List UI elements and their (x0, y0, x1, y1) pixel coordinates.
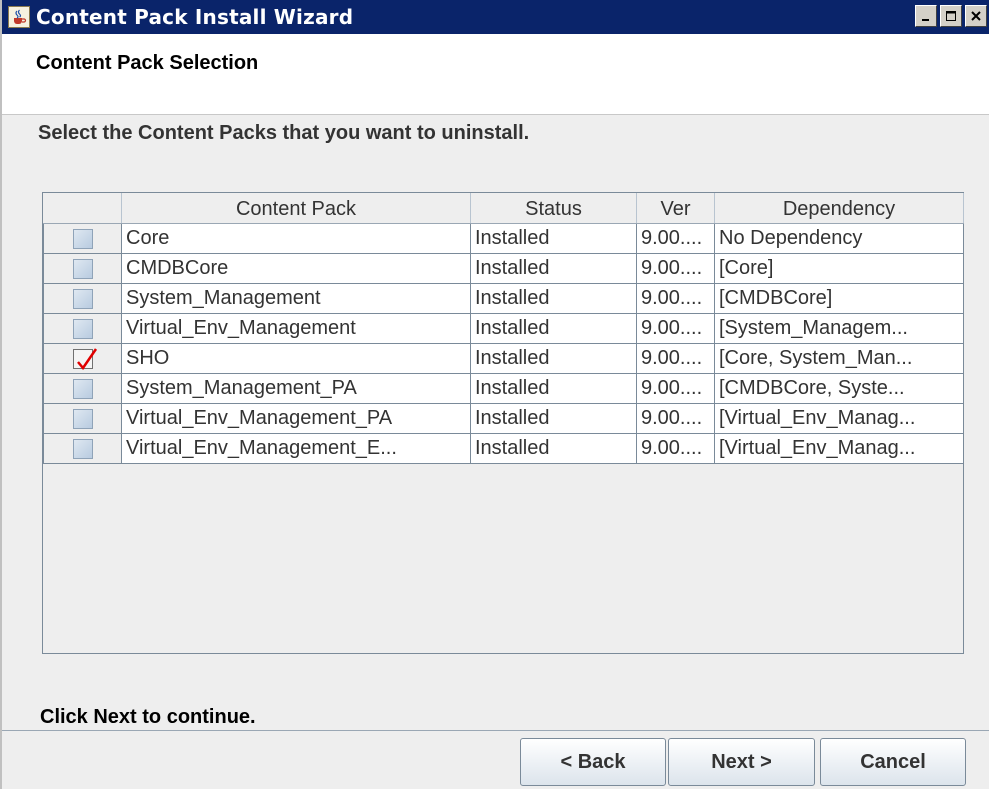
cancel-button[interactable]: Cancel (820, 738, 966, 786)
title-bar[interactable]: Content Pack Install Wizard (2, 0, 989, 34)
checkbox-unchecked[interactable] (72, 258, 93, 279)
cell-ver: 9.00.... (636, 403, 715, 434)
table-row[interactable]: Virtual_Env_Management_E... Installed 9.00… (43, 433, 964, 464)
column-header-dependency[interactable]: Dependency (714, 193, 964, 224)
table-row[interactable]: Virtual_Env_Management Installed 9.00....[… (43, 313, 964, 344)
table-row[interactable]: System_Management Installed 9.00.... [CMDBC… (43, 283, 964, 314)
back-button[interactable]: < Back (520, 738, 666, 786)
cell-status: Installed (470, 403, 637, 434)
cell-content-pack: Virtual_Env_Management_E... (121, 433, 471, 464)
cell-status: Installed (470, 253, 637, 284)
checkbox-unchecked[interactable] (72, 318, 93, 339)
row-checkbox-cell[interactable] (43, 283, 122, 314)
row-checkbox-cell[interactable] (43, 403, 122, 434)
cell-ver: 9.00.... (636, 253, 715, 284)
cell-dependency: [CMDBCore] (714, 283, 964, 314)
cell-dependency: [System_Managem... (714, 313, 964, 344)
cell-content-pack: Virtual_Env_Management_PA (121, 403, 471, 434)
checkbox-unchecked[interactable] (72, 438, 93, 459)
cell-status: Installed (470, 433, 637, 464)
cell-dependency: [CMDBCore, Syste... (714, 373, 964, 404)
checkmark-icon (76, 348, 97, 370)
column-header-content-pack[interactable]: Content Pack (121, 193, 471, 224)
cell-dependency: [Virtual_Env_Manag... (714, 403, 964, 434)
cell-ver: 9.00.... (636, 313, 715, 344)
row-checkbox-cell[interactable] (43, 253, 122, 284)
close-icon[interactable] (965, 5, 987, 27)
checkbox-unchecked[interactable] (72, 288, 93, 309)
cell-dependency: [Virtual_Env_Manag... (714, 433, 964, 464)
cell-status: Installed (470, 283, 637, 314)
cell-content-pack: Virtual_Env_Management (121, 313, 471, 344)
footer-divider (2, 730, 989, 731)
table-header-row: Content Pack Status Ver Dependency (43, 193, 964, 224)
table-row[interactable]: Virtual_Env_Management_PA Installed 9.00..… (43, 403, 964, 434)
cell-ver: 9.00.... (636, 223, 715, 254)
checkbox-unchecked[interactable] (72, 228, 93, 249)
cell-dependency: No Dependency (714, 223, 964, 254)
cell-dependency: [Core, System_Man... (714, 343, 964, 374)
column-header-ver[interactable]: Ver (636, 193, 715, 224)
cell-content-pack: System_Management (121, 283, 471, 314)
instruction-text: Select the Content Packs that you want t… (38, 122, 530, 144)
cell-status: Installed (470, 313, 637, 344)
wizard-window: Content Pack Install Wizard Content Pack… (0, 0, 989, 789)
table-row[interactable]: System_Management_PA Installed 9.00.... [CM… (43, 373, 964, 404)
page-title: Content Pack Selection (36, 52, 259, 74)
cell-dependency: [Core] (714, 253, 964, 284)
table-body: Core Installed 9.00.... No Dependency CMDBCo… (43, 223, 964, 464)
cell-content-pack: CMDBCore (121, 253, 471, 284)
cell-content-pack: Core (121, 223, 471, 254)
column-header-select[interactable] (43, 193, 122, 224)
checkbox-unchecked[interactable] (72, 378, 93, 399)
cell-status: Installed (470, 223, 637, 254)
table-row[interactable]: Core Installed 9.00.... No Dependency (43, 223, 964, 254)
cell-content-pack: SHO (121, 343, 471, 374)
row-checkbox-cell[interactable] (43, 223, 122, 254)
cell-status: Installed (470, 373, 637, 404)
content-pack-grid: Content Pack Status Ver Dependency Core I… (43, 193, 964, 464)
next-button[interactable]: Next > (668, 738, 815, 786)
window-title: Content Pack Install Wizard (36, 5, 354, 29)
cell-ver: 9.00.... (636, 433, 715, 464)
checkbox-checked[interactable] (72, 348, 97, 370)
java-coffee-icon (8, 6, 30, 28)
wizard-header: Content Pack Selection (2, 34, 989, 115)
cell-ver: 9.00.... (636, 283, 715, 314)
checkbox-unchecked[interactable] (72, 408, 93, 429)
window-controls (912, 5, 987, 27)
content-pack-table[interactable]: Content Pack Status Ver Dependency Core I… (42, 192, 964, 654)
cell-status: Installed (470, 343, 637, 374)
maximize-icon[interactable] (940, 5, 962, 27)
cell-ver: 9.00.... (636, 343, 715, 374)
minimize-icon[interactable] (915, 5, 937, 27)
table-row[interactable]: SHO Installed 9.00.... [Core, System_Man... (43, 343, 964, 374)
cell-ver: 9.00.... (636, 373, 715, 404)
row-checkbox-cell[interactable] (43, 373, 122, 404)
row-checkbox-cell[interactable] (43, 313, 122, 344)
continue-hint: Click Next to continue. (40, 706, 256, 728)
cell-content-pack: System_Management_PA (121, 373, 471, 404)
row-checkbox-cell[interactable] (43, 433, 122, 464)
row-checkbox-cell[interactable] (43, 343, 122, 374)
column-header-status[interactable]: Status (470, 193, 637, 224)
table-row[interactable]: CMDBCore Installed 9.00.... [Core] (43, 253, 964, 284)
